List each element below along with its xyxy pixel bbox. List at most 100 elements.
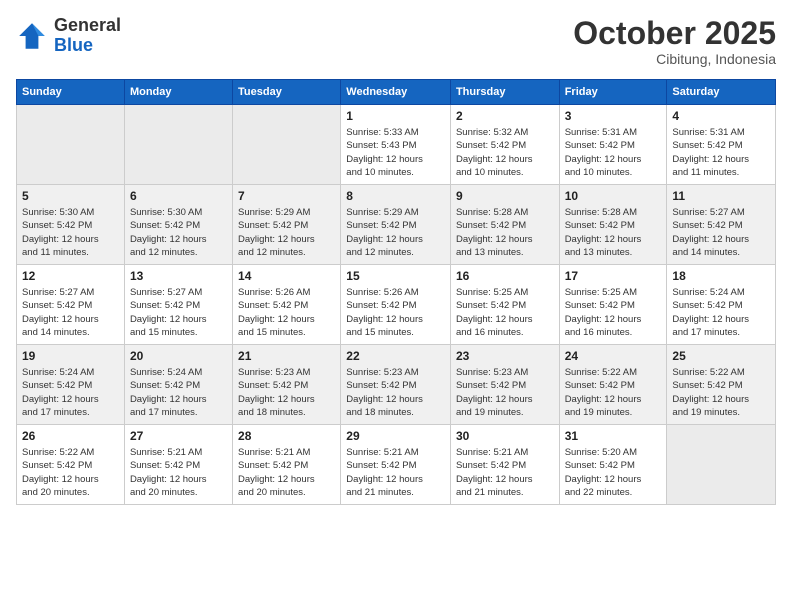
day-info: Sunrise: 5:29 AM Sunset: 5:42 PM Dayligh… <box>346 206 445 259</box>
day-cell-21: 21 Sunrise: 5:23 AM Sunset: 5:42 PM Dayli… <box>233 345 341 425</box>
day-info: Sunrise: 5:24 AM Sunset: 5:42 PM Dayligh… <box>672 286 770 339</box>
day-cell-6: 6 Sunrise: 5:30 AM Sunset: 5:42 PM Daylig… <box>124 185 232 265</box>
day-cell-25: 25 Sunrise: 5:22 AM Sunset: 5:42 PM Dayli… <box>667 345 776 425</box>
day-cell-24: 24Sunrise: 5:22 AM Sunset: 5:42 PM Dayli… <box>559 345 667 425</box>
day-cell-14: 14 Sunrise: 5:26 AM Sunset: 5:42 PM Dayli… <box>233 265 341 345</box>
weekday-header-tuesday: Tuesday <box>233 80 341 105</box>
day-cell-13: 13Sunrise: 5:27 AM Sunset: 5:42 PM Dayli… <box>124 265 232 345</box>
day-info: Sunrise: 5:22 AM Sunset: 5:42 PM Dayligh… <box>565 366 662 419</box>
day-info: Sunrise: 5:24 AM Sunset: 5:42 PM Dayligh… <box>22 366 119 419</box>
day-number: 30 <box>456 429 554 443</box>
day-cell-17: 17Sunrise: 5:25 AM Sunset: 5:42 PM Dayli… <box>559 265 667 345</box>
week-row-4: 19 Sunrise: 5:24 AM Sunset: 5:42 PM Dayli… <box>17 345 776 425</box>
day-info: Sunrise: 5:21 AM Sunset: 5:42 PM Dayligh… <box>238 446 335 499</box>
day-cell-5: 5 Sunrise: 5:30 AM Sunset: 5:42 PM Daylig… <box>17 185 125 265</box>
day-info: Sunrise: 5:23 AM Sunset: 5:42 PM Dayligh… <box>238 366 335 419</box>
day-cell-15: 15 Sunrise: 5:26 AM Sunset: 5:42 PM Dayli… <box>341 265 451 345</box>
day-number: 21 <box>238 349 335 363</box>
day-info: Sunrise: 5:26 AM Sunset: 5:42 PM Dayligh… <box>238 286 335 339</box>
day-cell-26: 26 Sunrise: 5:22 AM Sunset: 5:42 PM Dayli… <box>17 425 125 505</box>
title-block: October 2025 Cibitung, Indonesia <box>573 16 776 67</box>
day-cell-8: 8Sunrise: 5:29 AM Sunset: 5:42 PM Daylig… <box>341 185 451 265</box>
day-info: Sunrise: 5:28 AM Sunset: 5:42 PM Dayligh… <box>565 206 662 259</box>
day-cell-16: 16 Sunrise: 5:25 AM Sunset: 5:42 PM Dayli… <box>450 265 559 345</box>
logo-icon <box>16 20 48 52</box>
day-info: Sunrise: 5:30 AM Sunset: 5:42 PM Dayligh… <box>130 206 227 259</box>
empty-cell <box>124 105 232 185</box>
day-number: 5 <box>22 189 119 203</box>
day-number: 2 <box>456 109 554 123</box>
day-cell-23: 23Sunrise: 5:23 AM Sunset: 5:42 PM Dayli… <box>450 345 559 425</box>
day-info: Sunrise: 5:30 AM Sunset: 5:42 PM Dayligh… <box>22 206 119 259</box>
day-info: Sunrise: 5:23 AM Sunset: 5:42 PM Dayligh… <box>346 366 445 419</box>
day-number: 27 <box>130 429 227 443</box>
day-info: Sunrise: 5:28 AM Sunset: 5:42 PM Dayligh… <box>456 206 554 259</box>
week-row-5: 26 Sunrise: 5:22 AM Sunset: 5:42 PM Dayli… <box>17 425 776 505</box>
weekday-header-saturday: Saturday <box>667 80 776 105</box>
day-number: 20 <box>130 349 227 363</box>
weekday-header-friday: Friday <box>559 80 667 105</box>
day-cell-4: 4 Sunrise: 5:31 AM Sunset: 5:42 PM Daylig… <box>667 105 776 185</box>
day-cell-22: 22 Sunrise: 5:23 AM Sunset: 5:42 PM Dayli… <box>341 345 451 425</box>
day-number: 4 <box>672 109 770 123</box>
day-cell-30: 30 Sunrise: 5:21 AM Sunset: 5:42 PM Dayli… <box>450 425 559 505</box>
week-row-3: 12Sunrise: 5:27 AM Sunset: 5:42 PM Dayli… <box>17 265 776 345</box>
week-row-2: 5 Sunrise: 5:30 AM Sunset: 5:42 PM Daylig… <box>17 185 776 265</box>
weekday-header-row: SundayMondayTuesdayWednesdayThursdayFrid… <box>17 80 776 105</box>
day-cell-31: 31 Sunrise: 5:20 AM Sunset: 5:42 PM Dayli… <box>559 425 667 505</box>
day-number: 7 <box>238 189 335 203</box>
weekday-header-sunday: Sunday <box>17 80 125 105</box>
day-number: 10 <box>565 189 662 203</box>
day-number: 14 <box>238 269 335 283</box>
day-info: Sunrise: 5:22 AM Sunset: 5:42 PM Dayligh… <box>672 366 770 419</box>
weekday-header-thursday: Thursday <box>450 80 559 105</box>
day-cell-3: 3Sunrise: 5:31 AM Sunset: 5:42 PM Daylig… <box>559 105 667 185</box>
day-number: 6 <box>130 189 227 203</box>
day-info: Sunrise: 5:21 AM Sunset: 5:42 PM Dayligh… <box>130 446 227 499</box>
weekday-header-monday: Monday <box>124 80 232 105</box>
day-cell-20: 20 Sunrise: 5:24 AM Sunset: 5:42 PM Dayli… <box>124 345 232 425</box>
day-info: Sunrise: 5:31 AM Sunset: 5:42 PM Dayligh… <box>672 126 770 179</box>
day-info: Sunrise: 5:23 AM Sunset: 5:42 PM Dayligh… <box>456 366 554 419</box>
day-number: 15 <box>346 269 445 283</box>
day-cell-11: 11 Sunrise: 5:27 AM Sunset: 5:42 PM Dayli… <box>667 185 776 265</box>
day-cell-7: 7 Sunrise: 5:29 AM Sunset: 5:42 PM Daylig… <box>233 185 341 265</box>
day-number: 17 <box>565 269 662 283</box>
day-number: 31 <box>565 429 662 443</box>
day-info: Sunrise: 5:33 AM Sunset: 5:43 PM Dayligh… <box>346 126 445 179</box>
day-number: 22 <box>346 349 445 363</box>
day-number: 16 <box>456 269 554 283</box>
day-info: Sunrise: 5:24 AM Sunset: 5:42 PM Dayligh… <box>130 366 227 419</box>
day-info: Sunrise: 5:22 AM Sunset: 5:42 PM Dayligh… <box>22 446 119 499</box>
day-number: 9 <box>456 189 554 203</box>
day-number: 11 <box>672 189 770 203</box>
day-number: 19 <box>22 349 119 363</box>
day-info: Sunrise: 5:27 AM Sunset: 5:42 PM Dayligh… <box>130 286 227 339</box>
day-info: Sunrise: 5:26 AM Sunset: 5:42 PM Dayligh… <box>346 286 445 339</box>
day-info: Sunrise: 5:25 AM Sunset: 5:42 PM Dayligh… <box>456 286 554 339</box>
empty-cell <box>17 105 125 185</box>
day-info: Sunrise: 5:29 AM Sunset: 5:42 PM Dayligh… <box>238 206 335 259</box>
day-cell-10: 10 Sunrise: 5:28 AM Sunset: 5:42 PM Dayli… <box>559 185 667 265</box>
day-number: 29 <box>346 429 445 443</box>
logo-text: General Blue <box>54 16 121 56</box>
day-info: Sunrise: 5:21 AM Sunset: 5:42 PM Dayligh… <box>456 446 554 499</box>
calendar-table: SundayMondayTuesdayWednesdayThursdayFrid… <box>16 79 776 505</box>
day-cell-9: 9 Sunrise: 5:28 AM Sunset: 5:42 PM Daylig… <box>450 185 559 265</box>
subtitle: Cibitung, Indonesia <box>573 51 776 67</box>
day-cell-18: 18Sunrise: 5:24 AM Sunset: 5:42 PM Dayli… <box>667 265 776 345</box>
empty-cell <box>667 425 776 505</box>
weekday-header-wednesday: Wednesday <box>341 80 451 105</box>
day-info: Sunrise: 5:27 AM Sunset: 5:42 PM Dayligh… <box>672 206 770 259</box>
day-number: 26 <box>22 429 119 443</box>
day-cell-1: 1Sunrise: 5:33 AM Sunset: 5:43 PM Daylig… <box>341 105 451 185</box>
day-cell-28: 28 Sunrise: 5:21 AM Sunset: 5:42 PM Dayli… <box>233 425 341 505</box>
day-number: 28 <box>238 429 335 443</box>
month-title: October 2025 <box>573 16 776 51</box>
week-row-1: 1Sunrise: 5:33 AM Sunset: 5:43 PM Daylig… <box>17 105 776 185</box>
day-info: Sunrise: 5:21 AM Sunset: 5:42 PM Dayligh… <box>346 446 445 499</box>
day-number: 25 <box>672 349 770 363</box>
day-info: Sunrise: 5:27 AM Sunset: 5:42 PM Dayligh… <box>22 286 119 339</box>
day-info: Sunrise: 5:20 AM Sunset: 5:42 PM Dayligh… <box>565 446 662 499</box>
logo: General Blue <box>16 16 121 56</box>
